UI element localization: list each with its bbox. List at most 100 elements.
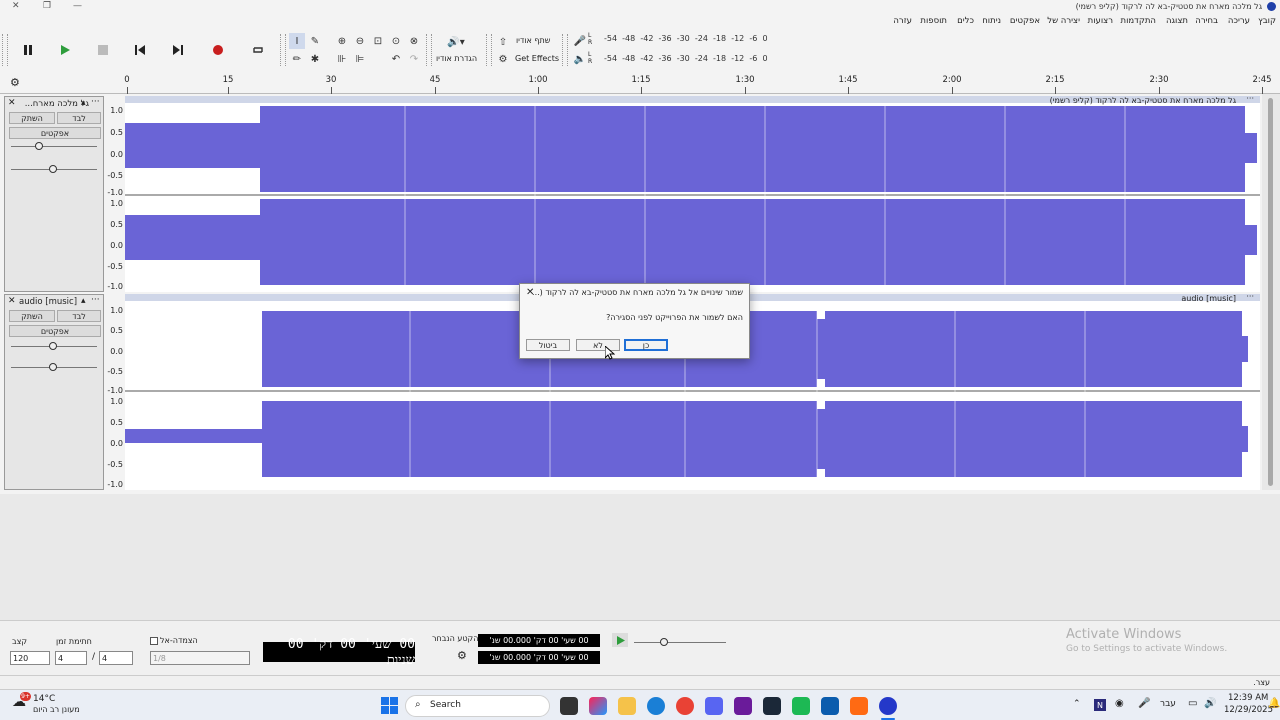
- menu-effects[interactable]: אפקטים: [1010, 16, 1040, 26]
- time-signature-numerator[interactable]: 4: [55, 651, 87, 665]
- play-button[interactable]: [52, 37, 78, 63]
- mute-button[interactable]: השתק: [9, 310, 55, 322]
- task-view-icon[interactable]: [560, 697, 578, 715]
- track-menu-icon[interactable]: ···: [91, 97, 100, 107]
- stop-button[interactable]: [90, 37, 116, 63]
- clip-menu-icon[interactable]: ···: [1246, 96, 1254, 103]
- menu-help[interactable]: עזרה: [893, 16, 912, 26]
- zoom-in-icon[interactable]: ⊕: [334, 33, 350, 49]
- track-control-panel[interactable]: ✕ audio [music] ▴ ··· השתק לבד אפקטים: [4, 294, 104, 490]
- get-effects-icon[interactable]: ⚙: [495, 51, 511, 67]
- windows-start-icon[interactable]: [381, 697, 398, 714]
- undo-icon[interactable]: ↶: [388, 51, 404, 67]
- loop-button[interactable]: [245, 37, 271, 63]
- music-app-icon[interactable]: [792, 697, 810, 715]
- track-control-panel[interactable]: ✕ גל מלכה מארח... ▴ ··· השתק לבד אפקטים: [4, 96, 104, 292]
- effects-button[interactable]: אפקטים: [9, 325, 101, 337]
- waveform-track-1[interactable]: גל מלכה מארח את סטטיק-בא לה לרקוד (קליפ …: [125, 96, 1260, 292]
- skip-end-button[interactable]: [165, 37, 191, 63]
- volume-icon[interactable]: 🔊: [1204, 698, 1216, 709]
- toolbar-grip[interactable]: [562, 34, 568, 66]
- silence-icon[interactable]: ⊫: [352, 51, 368, 67]
- cancel-button[interactable]: ביטול: [526, 339, 570, 351]
- notifications-icon[interactable]: 🔔: [1268, 698, 1280, 709]
- menu-transport[interactable]: התקדמות: [1121, 16, 1157, 26]
- gain-slider-thumb[interactable]: [35, 142, 43, 150]
- weather-description[interactable]: מעונן רב היום: [33, 705, 80, 714]
- solo-button[interactable]: לבד: [57, 310, 101, 322]
- fit-selection-icon[interactable]: ⊡: [370, 33, 386, 49]
- gain-slider[interactable]: [11, 146, 97, 147]
- time-display[interactable]: 00 שעי' 00 דק' 00 שניות: [263, 637, 415, 668]
- snap-checkbox[interactable]: [150, 637, 158, 645]
- vertical-scrollbar[interactable]: [1262, 94, 1280, 490]
- collapse-track-icon[interactable]: ▴: [81, 98, 86, 108]
- draw-tool-icon[interactable]: ✏: [289, 51, 305, 67]
- restore-icon[interactable]: ❐: [43, 1, 51, 11]
- play-speed-thumb[interactable]: [660, 638, 668, 646]
- app-icon[interactable]: [821, 697, 839, 715]
- skip-start-button[interactable]: [127, 37, 153, 63]
- redo-icon[interactable]: ↷: [406, 51, 422, 67]
- timeline-ruler[interactable]: ⚙ 0 15 30 45 1:00 1:15 1:30 1:45 2:00 2:…: [0, 72, 1280, 94]
- audio-setup-icon[interactable]: 🔊▾: [443, 34, 469, 50]
- pause-button[interactable]: [15, 37, 41, 63]
- share-audio-icon[interactable]: ⇧: [495, 34, 511, 50]
- menu-analyze[interactable]: ניתוח: [982, 16, 1001, 26]
- clip-menu-icon[interactable]: ···: [1246, 294, 1254, 301]
- fit-project-icon[interactable]: ⊙: [388, 33, 404, 49]
- menu-view[interactable]: תצוגה: [1166, 16, 1188, 26]
- record-meter[interactable]: -54 -48 -42 -36 -30 -24 -18 -12 -6 0: [604, 34, 768, 43]
- zoom-out-icon[interactable]: ⊖: [352, 33, 368, 49]
- pan-slider-thumb[interactable]: [49, 363, 57, 371]
- toolbar-grip[interactable]: [2, 34, 8, 66]
- microphone-tray-icon[interactable]: 🎤: [1138, 698, 1150, 709]
- copilot-icon[interactable]: [589, 697, 607, 715]
- app-icon[interactable]: [850, 697, 868, 715]
- menu-file[interactable]: קובץ: [1258, 16, 1276, 26]
- selection-end-field[interactable]: 00 שעי' 00 דק' 00.000 שנ': [478, 651, 600, 664]
- get-effects-button[interactable]: Get Effects: [515, 54, 559, 63]
- snap-select[interactable]: 1/8: [150, 651, 250, 665]
- menu-tracks[interactable]: רצועות: [1088, 16, 1113, 26]
- empty-track-area[interactable]: [0, 494, 1280, 620]
- weather-temp[interactable]: 14°C: [33, 694, 55, 704]
- menu-select[interactable]: בחירה: [1195, 16, 1218, 26]
- onenote-tray-icon[interactable]: N: [1094, 699, 1106, 711]
- selection-settings-icon[interactable]: ⚙: [457, 649, 467, 662]
- track-menu-icon[interactable]: ···: [91, 295, 100, 305]
- network-icon[interactable]: ▭: [1188, 698, 1197, 709]
- file-explorer-icon[interactable]: [618, 697, 636, 715]
- effects-button[interactable]: אפקטים: [9, 127, 101, 139]
- track-name[interactable]: audio [music]: [19, 297, 89, 307]
- multi-tool-icon[interactable]: ✱: [307, 51, 323, 67]
- close-track-icon[interactable]: ✕: [8, 296, 16, 306]
- close-icon[interactable]: ✕: [12, 1, 20, 11]
- tray-app-icon[interactable]: ◉: [1115, 698, 1124, 709]
- menu-tools[interactable]: כלים: [957, 16, 974, 26]
- menu-generate[interactable]: יצירה של: [1047, 16, 1080, 26]
- menu-extras[interactable]: תוספות: [920, 16, 947, 26]
- menu-edit[interactable]: עריכה: [1228, 16, 1250, 26]
- timeline-settings-icon[interactable]: ⚙: [10, 76, 20, 89]
- selection-start-field[interactable]: 00 שעי' 00 דק' 00.000 שנ': [478, 634, 600, 647]
- gain-slider-thumb[interactable]: [49, 342, 57, 350]
- zoom-toggle-icon[interactable]: ⊗: [406, 33, 422, 49]
- envelope-tool-icon[interactable]: ✎: [307, 33, 323, 49]
- discord-icon[interactable]: [705, 697, 723, 715]
- record-button[interactable]: [205, 37, 231, 63]
- yes-button[interactable]: כן: [624, 339, 668, 351]
- close-track-icon[interactable]: ✕: [8, 98, 16, 108]
- steam-icon[interactable]: [763, 697, 781, 715]
- solo-button[interactable]: לבד: [57, 112, 101, 124]
- audio-setup-label[interactable]: הגדרת אודיו: [436, 54, 477, 63]
- mute-button[interactable]: השתק: [9, 112, 55, 124]
- time-signature-denominator[interactable]: 4: [99, 651, 133, 665]
- selection-tool-icon[interactable]: I: [289, 33, 305, 49]
- toolbar-grip[interactable]: [280, 34, 286, 66]
- clock-time[interactable]: 12:39 AM: [1228, 693, 1268, 703]
- next-app-icon[interactable]: [734, 697, 752, 715]
- chevron-up-icon[interactable]: ⌃: [1073, 699, 1081, 709]
- share-audio-button[interactable]: שתף אודיו: [516, 36, 550, 45]
- tempo-field[interactable]: 120: [10, 651, 50, 665]
